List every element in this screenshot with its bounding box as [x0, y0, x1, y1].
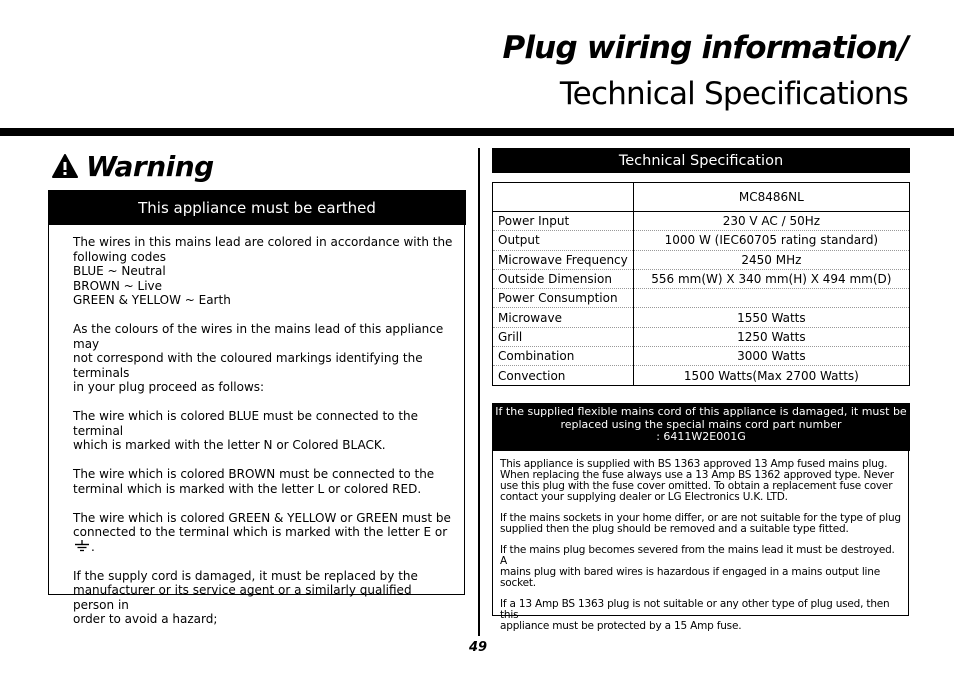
text-line: not correspond with the coloured marking…: [73, 351, 423, 380]
spec-value: 3000 Watts: [633, 346, 910, 367]
text-line: BROWN ~ Live: [73, 278, 163, 293]
warning-triangle-icon: [52, 154, 78, 178]
spec-table: MC8486NL Power Input 230 V AC / 50Hz Outpu…: [492, 182, 910, 386]
warning-paragraph: The wire which is colored BROWN must be …: [73, 467, 453, 496]
spec-value: 556 mm(W) X 340 mm(H) X 494 mm(D): [633, 269, 910, 290]
spec-value: 1500 Watts(Max 2700 Watts): [683, 368, 859, 383]
spec-label: Outside Dimension: [492, 269, 634, 290]
spec-row: Microwave 1550 Watts: [492, 307, 910, 328]
plug-paragraph: If the mains sockets in your home differ…: [500, 513, 904, 535]
page-title-line2: Technical Specifications: [559, 76, 909, 112]
text-line: terminal which is marked with the letter…: [73, 481, 422, 496]
notice-band-line: If the supplied flexible mains cord of t…: [495, 405, 907, 418]
text-line: appliance must be protected by a 15 Amp …: [500, 620, 742, 632]
spec-label: Combination: [492, 346, 634, 367]
warning-heading: Warning: [52, 146, 214, 186]
text-line: The wires in this mains lead are colored…: [73, 235, 453, 249]
warning-paragraph: The wire which is colored GREEN & YELLOW…: [73, 511, 453, 555]
earth-suffix: .: [91, 539, 95, 554]
text-line: The wire which is colored GREEN & YELLOW…: [73, 510, 451, 525]
spec-row: Convection 1500 Watts(Max 2700 Watts): [492, 365, 910, 386]
spec-value: 1000 W (IEC60705 rating standard): [633, 230, 910, 251]
spec-row: Output 1000 W (IEC60705 rating standard): [492, 230, 910, 251]
text-line: supplied then the plug should be removed…: [500, 523, 849, 535]
text-line: in your plug proceed as follows:: [73, 380, 265, 394]
text-line: The wire which is colored BROWN must be …: [73, 467, 435, 481]
spec-value: 230 V AC / 50Hz: [633, 211, 910, 232]
cord-notice-band: If the supplied flexible mains cord of t…: [492, 403, 910, 451]
spec-label: Power Consumption: [492, 288, 634, 309]
text-line: contact your supplying dealer or LG Elec…: [500, 491, 788, 503]
spec-value: 2450 MHz: [633, 250, 910, 270]
text-line: If a 13 Amp BS 1363 plug is not suitable…: [500, 598, 890, 621]
spec-band: Technical Specification: [492, 148, 910, 173]
spec-value: [633, 288, 910, 309]
text-line: The wire which is colored BLUE must be c…: [73, 409, 419, 438]
spec-label: Output: [492, 230, 634, 251]
spec-label: Microwave: [492, 307, 634, 328]
warning-paragraph: As the colours of the wires in the mains…: [73, 322, 453, 395]
text-line: order to avoid a hazard;: [73, 612, 218, 626]
earthing-instructions: The wires in this mains lead are colored…: [73, 235, 453, 641]
text-line: following codes: [73, 249, 166, 264]
spec-model: MC8486NL: [633, 182, 910, 212]
text-line: If the mains plug becomes severed from t…: [500, 544, 895, 567]
text-line: If the supply cord is damaged, it must b…: [73, 568, 418, 583]
warning-title: Warning: [86, 149, 214, 183]
text-line: connected to the terminal which is marke…: [73, 525, 448, 554]
column-divider: [478, 148, 480, 636]
text-line: BLUE ~ Neutral: [73, 264, 166, 278]
text-line: As the colours of the wires in the mains…: [73, 322, 444, 351]
warning-paragraph: The wires in this mains lead are colored…: [73, 235, 453, 308]
spec-header-row: MC8486NL: [492, 182, 910, 212]
spec-row: Outside Dimension 556 mm(W) X 340 mm(H) X…: [492, 269, 910, 290]
text-line: manufacturer or its service agent or a s…: [73, 583, 412, 612]
spec-row: Power Consumption: [492, 288, 910, 309]
spec-header-blank: [492, 182, 634, 212]
plug-paragraph: If a 13 Amp BS 1363 plug is not suitable…: [500, 599, 904, 632]
earth-ground-icon: [75, 539, 89, 551]
spec-row: Combination 3000 Watts: [492, 346, 910, 367]
text-line: mains plug with bared wires is hazardous…: [500, 566, 880, 589]
plug-instructions: This appliance is supplied with BS 1363 …: [500, 459, 904, 642]
page-number: 49: [469, 640, 488, 655]
page-title-line1: Plug wiring information/: [502, 30, 908, 66]
text-line: GREEN & YELLOW ~ Earth: [73, 293, 231, 307]
plug-paragraph: This appliance is supplied with BS 1363 …: [500, 459, 904, 503]
spec-label: Microwave Frequency: [492, 250, 634, 270]
spec-value: 1250 Watts: [633, 327, 910, 348]
warning-paragraph: If the supply cord is damaged, it must b…: [73, 569, 453, 627]
warning-paragraph: The wire which is colored BLUE must be c…: [73, 409, 453, 453]
spec-row: Microwave Frequency 2450 MHz: [492, 250, 910, 270]
earthing-band: This appliance must be earthed: [48, 190, 466, 225]
spec-row: Power Input 230 V AC / 50Hz: [492, 211, 910, 232]
spec-label: Grill: [492, 327, 634, 348]
text-line: which is marked with the letter N or Col…: [73, 438, 386, 452]
notice-band-line: : 6411W2E001G: [656, 430, 746, 443]
spec-label: Power Input: [492, 211, 634, 232]
header-rule: [0, 128, 954, 136]
spec-value: 1550 Watts: [633, 307, 910, 328]
spec-label: Convection: [492, 365, 634, 386]
plug-paragraph: If the mains plug becomes severed from t…: [500, 545, 904, 589]
spec-row: Grill 1250 Watts: [492, 327, 910, 348]
